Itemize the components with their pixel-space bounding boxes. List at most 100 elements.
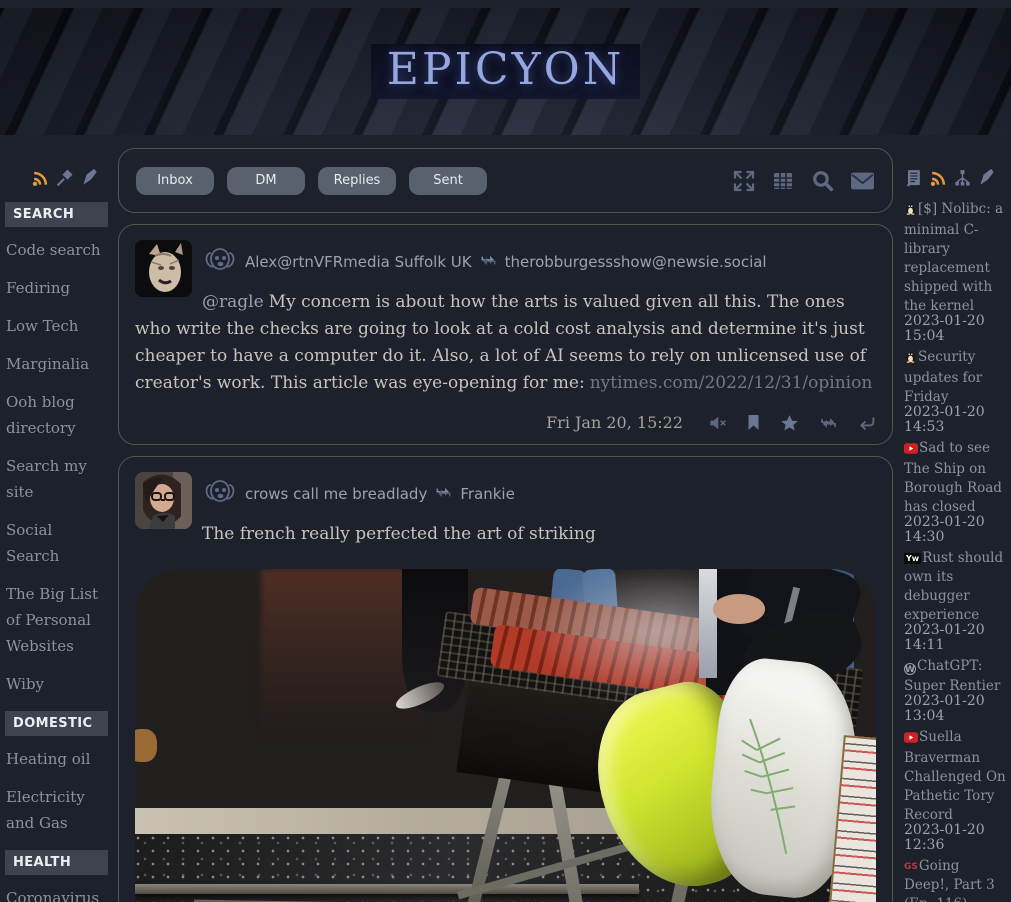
tab-dm[interactable]: DM [227, 167, 305, 195]
newswire-datetime: 2023-01-20 14:11 [904, 623, 990, 653]
left-column-icons [0, 135, 112, 188]
pen-icon[interactable] [977, 168, 997, 188]
post-2-header: crows call me breadlady Frankie [202, 470, 876, 512]
dog-person-icon[interactable] [202, 476, 238, 512]
bookmark-icon[interactable] [746, 414, 761, 431]
post-1-footer: Fri Jan 20, 15:22 [135, 413, 876, 432]
star-icon[interactable] [780, 414, 799, 432]
attached-image[interactable] [135, 569, 876, 902]
section-header-domestic: DOMESTIC [5, 711, 108, 736]
post-1-avatar[interactable] [135, 240, 192, 297]
rss-icon[interactable] [30, 168, 50, 188]
post-1-header: Alex@rtnVFRmedia Suffolk UK therobburges… [202, 238, 876, 280]
sidebar-section-health: HEALTH Coronavirus statistics [0, 850, 112, 902]
newswire-datetime: 2023-01-20 14:53 [904, 405, 990, 435]
timeline-tabbar: Inbox DM Replies Sent [118, 148, 893, 213]
share-tree-icon[interactable] [953, 168, 972, 188]
photo-window-strip [699, 569, 717, 678]
newswire-item: WChatGPT: Super Rentier 2023-01-20 13:04 [904, 655, 1007, 724]
post-1-author[interactable]: Alex@rtnVFRmedia Suffolk UK [245, 253, 472, 271]
mention-link[interactable]: @ragle [202, 292, 264, 312]
sidebar-link-wiby[interactable]: Wiby [0, 671, 112, 697]
lwn-penguin-favicon [904, 348, 917, 367]
sidebar-link-heating-oil[interactable]: Heating oil [0, 746, 112, 772]
newswire-title[interactable]: ChatGPT: Super Rentier [904, 658, 1000, 694]
newswire-list: [$] Nolibc: a minimal C-library replacem… [899, 188, 1009, 902]
sidebar-link-search-my-site[interactable]: Search my site [0, 453, 112, 505]
newswire-item: Suella Braverman Challenged On Pathetic … [904, 726, 1007, 853]
newswire-item: [$] Nolibc: a minimal C-library replacem… [904, 198, 1007, 344]
post-2-author[interactable]: crows call me breadlady [245, 485, 427, 503]
site-title: EPICYON [371, 44, 640, 99]
sidebar-link-code-search[interactable]: Code search [0, 237, 112, 263]
pen-icon[interactable] [80, 168, 100, 188]
timeline-column: Inbox DM Replies Sent Alex@rtnVFRmedia S… [118, 135, 893, 902]
sidebar-link-big-list-personal-websites[interactable]: The Big List of Personal Websites [0, 581, 112, 659]
sidebar-link-marginalia[interactable]: Marginalia [0, 351, 112, 377]
post-2: crows call me breadlady Frankie The fren… [118, 456, 893, 902]
photo-hand [713, 594, 765, 623]
newswire-datetime: 2023-01-20 12:36 [904, 823, 990, 853]
photo-rail [135, 884, 639, 894]
newswire-datetime: 2023-01-20 13:04 [904, 694, 990, 724]
sidebar-link-low-tech[interactable]: Low Tech [0, 313, 112, 339]
tabbar-icon-group [732, 168, 875, 193]
sidebar-link-social-search[interactable]: Social Search [0, 517, 112, 569]
sidebar-link-fediring[interactable]: Fediring [0, 275, 112, 301]
yw-favicon: Yw [904, 553, 921, 564]
lwn-penguin-favicon [904, 200, 917, 219]
newswire-datetime: 2023-01-20 14:30 [904, 515, 990, 545]
boost-icon [434, 484, 453, 505]
profile-banner[interactable]: EPICYON [0, 8, 1011, 135]
newswire-item: Security updates for Friday 2023-01-20 1… [904, 346, 1007, 435]
newswire-title[interactable]: Suella Braverman Challenged On Pathetic … [904, 729, 1006, 823]
section-header-search: SEARCH [5, 202, 108, 227]
rss-icon[interactable] [928, 168, 948, 188]
newswire-item: YwRust should own its debugger experienc… [904, 547, 1007, 653]
section-header-health: HEALTH [5, 850, 108, 875]
tab-inbox[interactable]: Inbox [136, 167, 214, 195]
newswire-title[interactable]: [$] Nolibc: a minimal C-library replacem… [904, 201, 1003, 314]
post-2-body: The french really perfected the art of s… [135, 521, 876, 548]
table-icon[interactable] [771, 169, 795, 193]
newswire-title[interactable]: Sad to see The Ship on Borough Road has … [904, 440, 1002, 515]
right-column-icons [899, 135, 1009, 188]
post-2-avatar[interactable] [135, 472, 192, 529]
youtube-favicon [904, 439, 918, 458]
post-1-date[interactable]: Fri Jan 20, 15:22 [546, 413, 683, 432]
repeat-icon[interactable] [818, 414, 839, 432]
tab-sent[interactable]: Sent [409, 167, 487, 195]
expand-icon[interactable] [732, 169, 756, 193]
newswire-item: GSGoing Deep!, Part 3 (Ep. 116) 2023-01-… [904, 855, 1007, 902]
post-2-recipient[interactable]: Frankie [460, 485, 515, 503]
newswire-icon[interactable] [904, 168, 923, 188]
dog-person-icon[interactable] [202, 244, 238, 280]
sidebar-link-electricity-and-gas[interactable]: Electricity and Gas [0, 784, 112, 836]
post-1-recipient[interactable]: therobburgessshow@newsie.social [505, 253, 767, 271]
post-1-body: @ragleMy concern is about how the arts i… [135, 289, 876, 397]
sidebar-section-search: SEARCH Code search Fediring Low Tech Mar… [0, 202, 112, 697]
reply-icon[interactable] [858, 415, 876, 431]
wordpress-favicon: W [904, 663, 916, 675]
sidebar-link-coronavirus-statistics[interactable]: Coronavirus statistics [0, 885, 112, 902]
hammer-icon[interactable] [55, 168, 75, 188]
nytimes-link[interactable]: nytimes.com/2022/12/31/opinion [590, 373, 873, 393]
search-icon[interactable] [810, 168, 835, 193]
post-2-text: The french really perfected the art of s… [202, 524, 596, 544]
page-shell: SEARCH Code search Fediring Low Tech Mar… [0, 135, 1011, 902]
sidebar-link-ooh-blog-directory[interactable]: Ooh blog directory [0, 389, 112, 441]
envelope-icon[interactable] [850, 170, 875, 192]
right-column: [$] Nolibc: a minimal C-library replacem… [899, 135, 1009, 902]
newswire-item: Sad to see The Ship on Borough Road has … [904, 437, 1007, 545]
boost-icon [479, 252, 498, 273]
youtube-favicon [904, 728, 918, 747]
left-column: SEARCH Code search Fediring Low Tech Mar… [0, 135, 112, 902]
mute-icon[interactable] [708, 415, 727, 431]
newswire-datetime: 2023-01-20 15:04 [904, 314, 990, 344]
gs-favicon: GS [904, 862, 918, 872]
tab-replies[interactable]: Replies [318, 167, 396, 195]
photo-red-reflection [261, 569, 424, 737]
post-1: Alex@rtnVFRmedia Suffolk UK therobburges… [118, 224, 893, 445]
sidebar-section-domestic: DOMESTIC Heating oil Electricity and Gas [0, 711, 112, 836]
photo-boot [135, 729, 157, 763]
